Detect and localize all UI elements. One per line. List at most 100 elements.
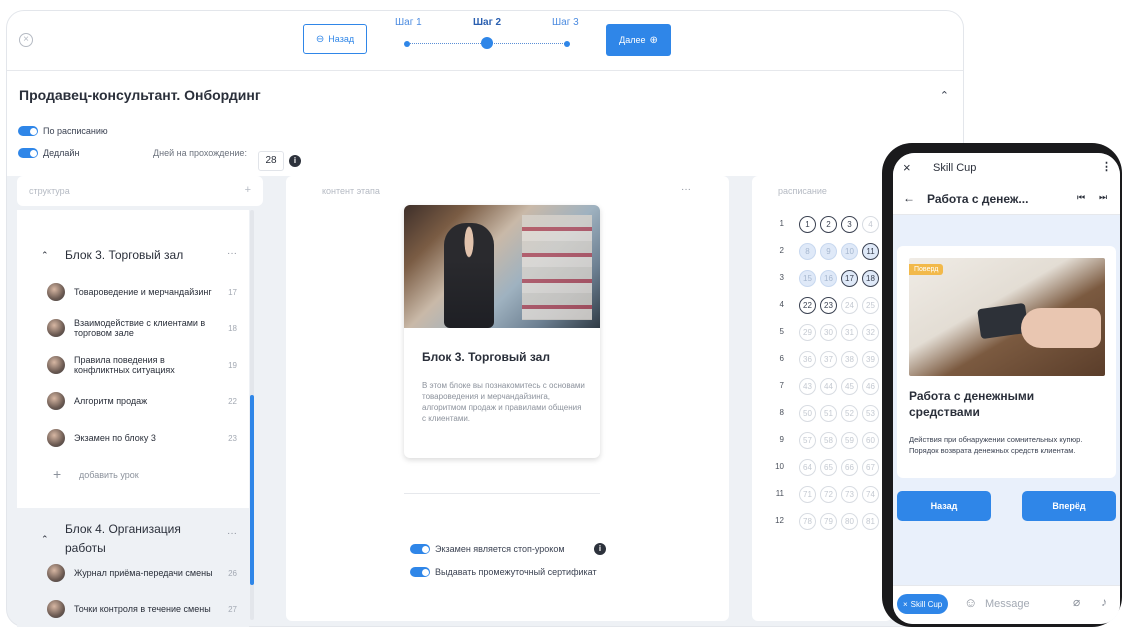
step-2-label[interactable]: Шаг 2	[473, 17, 501, 28]
schedule-day-cell[interactable]: 57	[799, 432, 816, 449]
schedule-day-cell[interactable]: 67	[862, 459, 879, 476]
step-1-dot[interactable]	[404, 41, 410, 47]
schedule-day-cell[interactable]: 2	[820, 216, 837, 233]
schedule-day-cell[interactable]: 18	[862, 270, 879, 287]
step-3-label[interactable]: Шаг 3	[552, 17, 579, 28]
schedule-day-cell[interactable]: 16	[820, 270, 837, 287]
step-3-dot[interactable]	[564, 41, 570, 47]
menu-icon[interactable]: ⋮	[1101, 160, 1112, 173]
chevron-up-icon[interactable]: ⌃	[41, 534, 49, 545]
emoji-icon[interactable]: ☺	[964, 595, 977, 610]
chevron-up-icon[interactable]: ⌃	[41, 250, 49, 261]
schedule-day-cell[interactable]: 3	[841, 216, 858, 233]
schedule-day-cell[interactable]: 1	[799, 216, 816, 233]
deadline-toggle[interactable]	[18, 148, 38, 158]
message-input[interactable]: Message	[985, 598, 1030, 610]
skill-cup-chip[interactable]: × Skill Cup	[897, 594, 949, 614]
lesson-item[interactable]: Точки контроля в течение смены 27	[47, 594, 247, 624]
schedule-day-cell[interactable]: 32	[862, 324, 879, 341]
schedule-day-cell[interactable]: 59	[841, 432, 858, 449]
schedule-day-cell[interactable]: 9	[820, 243, 837, 260]
skip-next-icon[interactable]: ⏭	[1099, 192, 1107, 203]
schedule-day-cell[interactable]: 64	[799, 459, 816, 476]
schedule-day-cell[interactable]: 8	[799, 243, 816, 260]
step-2-dot[interactable]	[481, 37, 493, 49]
info-icon[interactable]: i	[289, 155, 301, 167]
schedule-day-cell[interactable]: 72	[820, 486, 837, 503]
chevron-up-icon[interactable]: ⌃	[940, 89, 949, 102]
schedule-day-cell[interactable]: 71	[799, 486, 816, 503]
days-input[interactable]: 28	[258, 151, 284, 171]
info-icon[interactable]: i	[594, 543, 606, 555]
schedule-day-cell[interactable]: 22	[799, 297, 816, 314]
block-card[interactable]: Блок 3. Торговый зал В этом блоке вы поз…	[404, 205, 600, 458]
schedule-day-cell[interactable]: 37	[820, 351, 837, 368]
add-icon[interactable]: +	[245, 184, 251, 196]
schedule-day-cell[interactable]: 24	[841, 297, 858, 314]
lesson-item[interactable]: Взаимодействие с клиентами в торговом за…	[47, 313, 247, 343]
schedule-day-cell[interactable]: 4	[862, 216, 879, 233]
schedule-day-cell[interactable]: 60	[862, 432, 879, 449]
schedule-day-cell[interactable]: 11	[862, 243, 879, 260]
schedule-day-cell[interactable]: 43	[799, 378, 816, 395]
lesson-item[interactable]: Правила поведения в конфликтных ситуация…	[47, 350, 247, 380]
skip-previous-icon[interactable]: ⏮	[1077, 192, 1085, 203]
lesson-item[interactable]: Алгоритм продаж 22	[47, 386, 247, 416]
schedule-day-cell[interactable]: 78	[799, 513, 816, 530]
next-button[interactable]: Далее ⊕	[606, 24, 671, 56]
plus-icon[interactable]: +	[53, 466, 61, 482]
microphone-icon[interactable]: ♪	[1101, 595, 1107, 609]
schedule-day-cell[interactable]: 58	[820, 432, 837, 449]
lesson-avatar	[47, 283, 65, 301]
schedule-day-cell[interactable]: 52	[841, 405, 858, 422]
schedule-day-cell[interactable]: 15	[799, 270, 816, 287]
schedule-day-cell[interactable]: 38	[841, 351, 858, 368]
more-icon[interactable]: ···	[227, 528, 237, 539]
lesson-avatar	[47, 429, 65, 447]
attach-icon[interactable]: ⌀	[1073, 595, 1080, 609]
top-bar: × ⊖ Назад Шаг 1 Шаг 2 Шаг 3 Далее ⊕	[7, 11, 963, 71]
schedule-day-cell[interactable]: 10	[841, 243, 858, 260]
add-lesson-link[interactable]: добавить урок	[79, 470, 139, 480]
lesson-item[interactable]: Журнал приёма-передачи смены 26	[47, 558, 247, 588]
schedule-day-cell[interactable]: 46	[862, 378, 879, 395]
more-icon[interactable]: ···	[227, 248, 237, 259]
block-4-title[interactable]: Блок 4. Организация работы	[65, 520, 205, 558]
lesson-item[interactable]: Товароведение и мерчандайзинг 17	[47, 277, 247, 307]
schedule-day-cell[interactable]: 17	[841, 270, 858, 287]
phone-back-button[interactable]: Назад	[897, 491, 991, 521]
schedule-day-cell[interactable]: 53	[862, 405, 879, 422]
schedule-day-cell[interactable]: 36	[799, 351, 816, 368]
schedule-day-cell[interactable]: 79	[820, 513, 837, 530]
schedule-day-cell[interactable]: 30	[820, 324, 837, 341]
arrow-left-icon[interactable]: ←	[903, 191, 915, 205]
schedule-day-cell[interactable]: 50	[799, 405, 816, 422]
phone-forward-button[interactable]: Вперёд	[1022, 491, 1116, 521]
more-icon[interactable]: ···	[681, 184, 691, 195]
schedule-day-cell[interactable]: 74	[862, 486, 879, 503]
scrollbar-thumb[interactable]	[250, 395, 254, 585]
schedule-day-cell[interactable]: 39	[862, 351, 879, 368]
close-icon[interactable]: ×	[903, 160, 911, 175]
schedule-day-cell[interactable]: 25	[862, 297, 879, 314]
schedule-day-cell[interactable]: 80	[841, 513, 858, 530]
schedule-day-cell[interactable]: 31	[841, 324, 858, 341]
schedule-day-cell[interactable]: 51	[820, 405, 837, 422]
schedule-day-cell[interactable]: 44	[820, 378, 837, 395]
schedule-day-cell[interactable]: 66	[841, 459, 858, 476]
schedule-day-cell[interactable]: 81	[862, 513, 879, 530]
exam-stop-toggle[interactable]	[410, 544, 430, 554]
back-button[interactable]: ⊖ Назад	[303, 24, 367, 54]
certificate-toggle[interactable]	[410, 567, 430, 577]
schedule-toggle[interactable]	[18, 126, 38, 136]
lesson-item[interactable]: Экзамен по блоку 3 23	[47, 423, 247, 453]
block-3-title[interactable]: Блок 3. Торговый зал	[65, 248, 183, 262]
close-icon[interactable]: ×	[19, 33, 33, 47]
schedule-day-cell[interactable]: 29	[799, 324, 816, 341]
schedule-day-cell[interactable]: 73	[841, 486, 858, 503]
schedule-day-cell[interactable]: 45	[841, 378, 858, 395]
step-1-label[interactable]: Шаг 1	[395, 17, 422, 28]
lesson-nav-bar: ← Работа с денеж... ⏮ ⏭	[893, 183, 1120, 215]
schedule-day-cell[interactable]: 65	[820, 459, 837, 476]
schedule-day-cell[interactable]: 23	[820, 297, 837, 314]
